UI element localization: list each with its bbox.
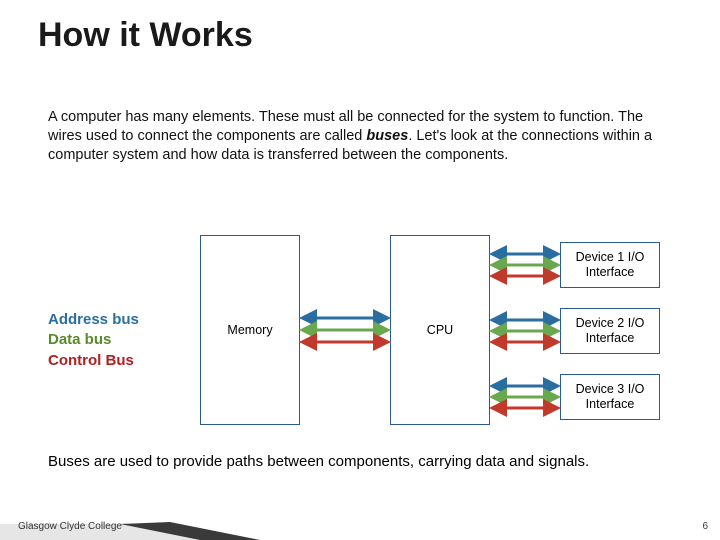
bus-diagram: Address bus Data bus Control Bus Memory …	[0, 220, 720, 440]
buses-keyword: buses	[366, 128, 408, 144]
footer-text: Glasgow Clyde College	[18, 521, 122, 532]
page-number: 6	[702, 521, 708, 532]
bus-connectors	[0, 220, 720, 440]
outro-paragraph: Buses are used to provide paths between …	[48, 452, 668, 472]
slide-title: How it Works	[38, 16, 253, 55]
intro-paragraph: A computer has many elements. These must…	[48, 108, 668, 165]
